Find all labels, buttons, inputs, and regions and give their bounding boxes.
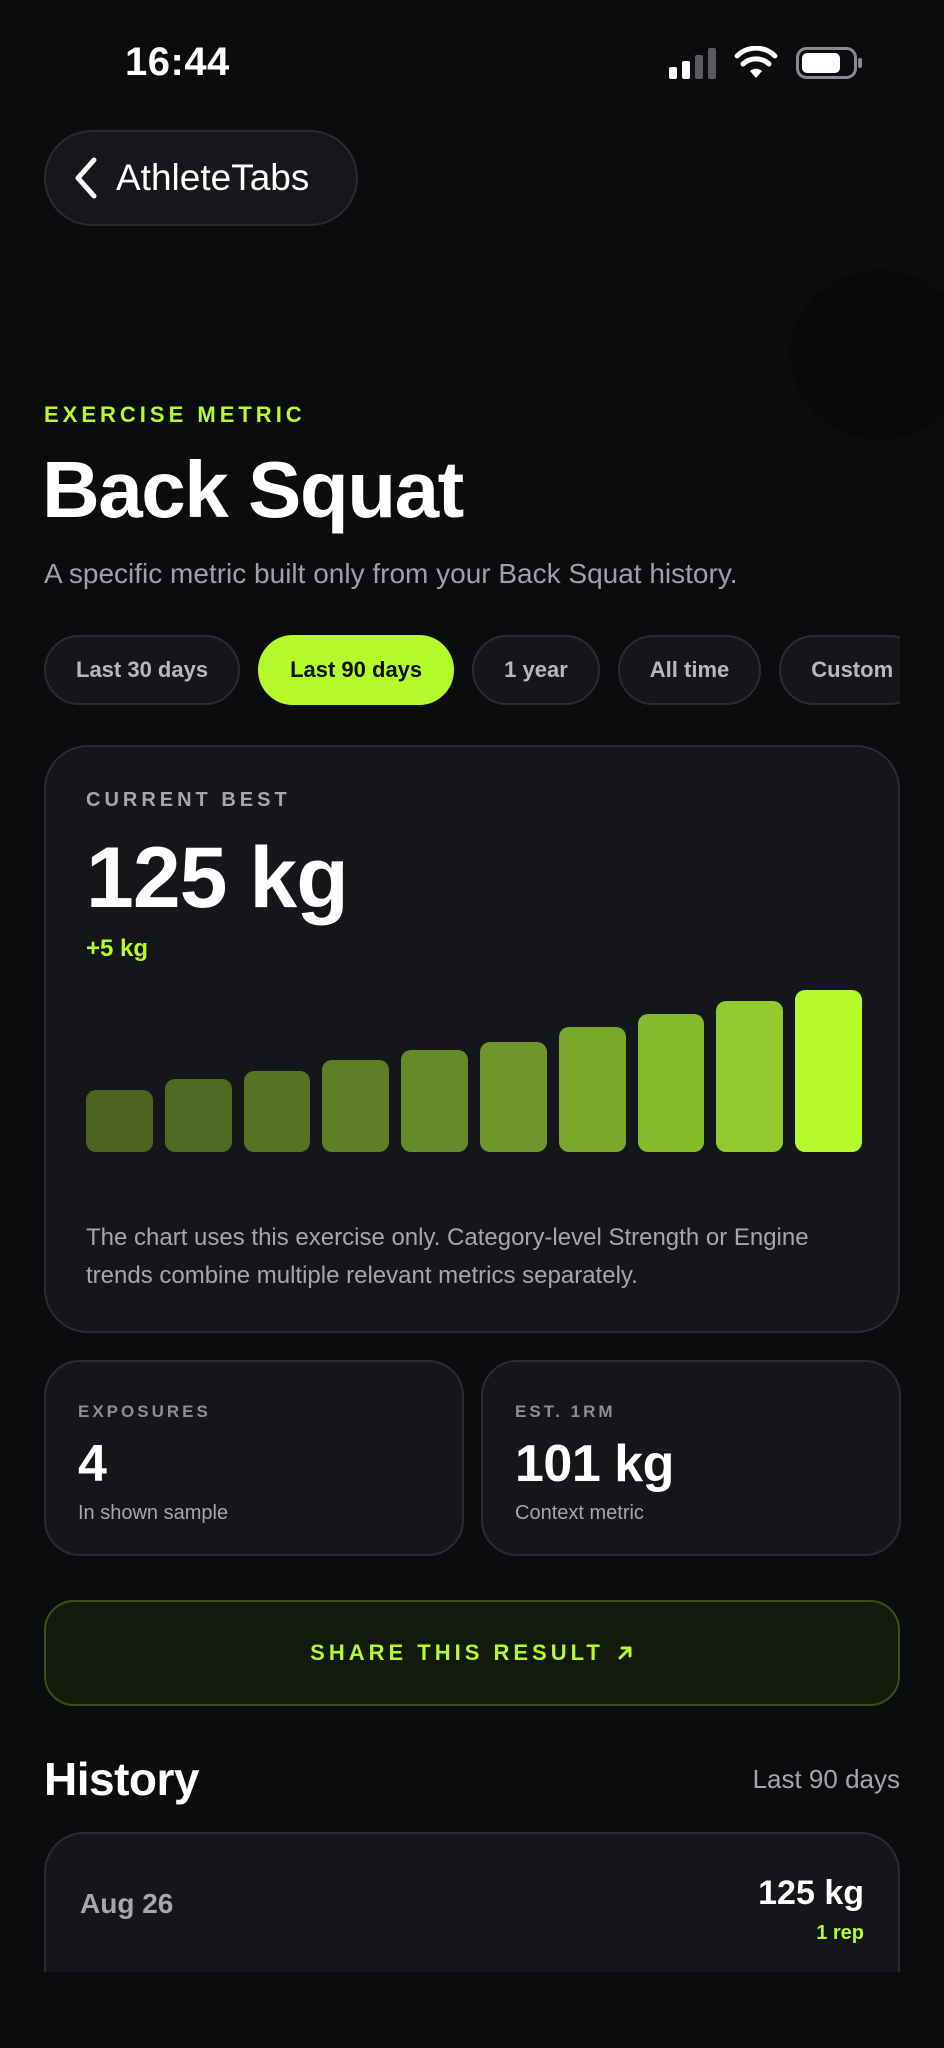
chart-bar: [86, 1090, 153, 1152]
range-last-90-days[interactable]: Last 90 days: [258, 635, 455, 705]
history-range: Last 90 days: [752, 1764, 900, 1794]
status-time: 16:44: [125, 40, 230, 84]
current-best-card: CURRENT BEST 125 kg +5 kg The chart uses…: [44, 745, 900, 1333]
chart-bar: [795, 990, 862, 1152]
est-1rm-card: EST. 1RM 101 kg Context metric: [481, 1360, 901, 1556]
chevron-left-icon: [75, 157, 97, 199]
chart-bar: [322, 1059, 390, 1152]
history-row[interactable]: Aug 26 125 kg 1 rep: [44, 1832, 900, 1972]
time-range-selector: Last 30 days Last 90 days 1 year All tim…: [44, 635, 900, 707]
arrow-up-right-icon: [618, 1646, 632, 1660]
range-custom[interactable]: Custom: [779, 635, 900, 705]
wifi-icon: [734, 46, 778, 78]
section-eyebrow: EXERCISE METRIC: [44, 402, 306, 427]
battery-icon: [796, 47, 862, 79]
cellular-signal-icon: [669, 47, 716, 79]
chart-bar: [480, 1041, 547, 1152]
exposures-label: EXPOSURES: [78, 1402, 211, 1421]
chart-bar: [716, 1001, 784, 1152]
est-1rm-value: 101 kg: [515, 1435, 674, 1493]
exposures-value: 4: [78, 1435, 107, 1493]
history-row-value: 125 kg: [758, 1874, 864, 1912]
history-row-reps: 1 rep: [816, 1922, 864, 1944]
share-result-button[interactable]: SHARE THIS RESULT: [44, 1600, 900, 1706]
chart-bar: [401, 1049, 468, 1152]
exposures-sub: In shown sample: [78, 1502, 229, 1524]
share-result-label: SHARE THIS RESULT: [310, 1640, 604, 1665]
back-button[interactable]: AthleteTabs: [44, 130, 358, 226]
history-list: Aug 26 125 kg 1 rep: [44, 1832, 900, 1972]
est-1rm-sub: Context metric: [515, 1502, 644, 1524]
range-last-30-days[interactable]: Last 30 days: [44, 635, 241, 705]
chart-note: The chart uses this exercise only. Categ…: [86, 1224, 809, 1289]
status-icons: [669, 46, 864, 80]
current-best-delta: +5 kg: [86, 935, 149, 962]
history-title: History: [44, 1753, 199, 1805]
back-button-label: AthleteTabs: [116, 157, 310, 198]
chart-bar: [558, 1027, 626, 1152]
status-bar: 16:44: [0, 0, 944, 130]
chart-bar: [164, 1079, 232, 1152]
background-decoration: [790, 270, 944, 440]
history-row-date: Aug 26: [80, 1888, 174, 1919]
current-best-value: 125 kg: [86, 830, 349, 926]
range-1-year[interactable]: 1 year: [472, 635, 600, 705]
est-1rm-label: EST. 1RM: [515, 1402, 616, 1421]
range-all-time[interactable]: All time: [617, 635, 762, 705]
chart-bar: [637, 1014, 705, 1152]
progress-bar-chart: [86, 990, 862, 1235]
page-subtitle: A specific metric built only from your B…: [44, 558, 738, 589]
chart-bar: [243, 1071, 311, 1152]
exposures-card: EXPOSURES 4 In shown sample: [44, 1360, 464, 1556]
current-best-label: CURRENT BEST: [86, 789, 291, 811]
page-title: Back Squat: [42, 445, 464, 534]
